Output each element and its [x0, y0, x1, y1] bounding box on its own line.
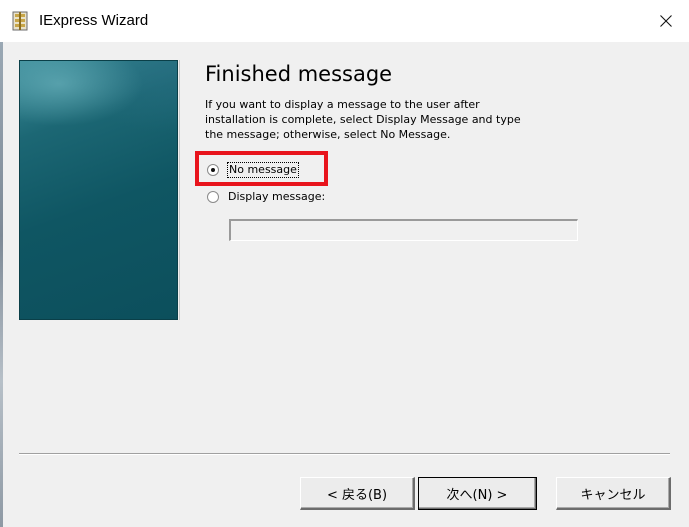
- no-message-option[interactable]: No message: [207, 161, 299, 179]
- cancel-button[interactable]: キャンセル: [556, 477, 671, 510]
- description-line: installation is complete, select Display…: [205, 113, 521, 126]
- page-title: Finished message: [205, 62, 393, 86]
- description-line: the message; otherwise, select No Messag…: [205, 128, 451, 141]
- close-icon: [660, 15, 672, 27]
- banner-separator: [179, 60, 180, 320]
- message-text-input[interactable]: [229, 219, 578, 241]
- wizard-banner-image: [19, 60, 178, 320]
- no-message-label[interactable]: No message: [227, 162, 299, 178]
- back-button[interactable]: < 戻る(B): [300, 477, 415, 510]
- window-title: IExpress Wizard: [39, 12, 149, 29]
- page-description: If you want to display a message to the …: [205, 97, 585, 142]
- iexpress-wizard-window: IExpress Wizard Finished message If you …: [0, 0, 689, 527]
- next-button[interactable]: 次へ(N) >: [418, 477, 537, 510]
- description-line: If you want to display a message to the …: [205, 98, 480, 111]
- display-message-option[interactable]: Display message:: [207, 188, 325, 206]
- display-message-label[interactable]: Display message:: [228, 190, 325, 204]
- button-divider: [19, 453, 670, 455]
- close-button[interactable]: [643, 0, 689, 42]
- title-bar: IExpress Wizard: [0, 0, 689, 42]
- no-message-radio[interactable]: [207, 164, 219, 176]
- window-edge-strip: [0, 42, 3, 527]
- iexpress-package-icon: [12, 11, 28, 31]
- display-message-radio[interactable]: [207, 191, 219, 203]
